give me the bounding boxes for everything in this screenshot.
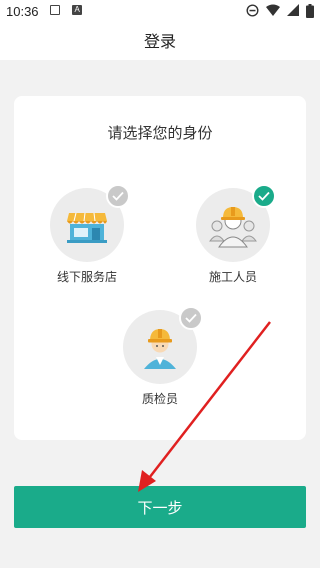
status-notifications: A xyxy=(50,5,90,20)
inspector-icon xyxy=(144,329,176,369)
role-icon-circle xyxy=(196,184,276,262)
battery-icon xyxy=(306,4,314,18)
do-not-disturb-icon xyxy=(246,4,259,17)
notification-square-icon xyxy=(50,5,60,15)
role-label: 线下服务店 xyxy=(56,270,117,284)
role-option-construction-workers[interactable]: 施工人员 xyxy=(178,184,288,285)
role-label: 质检员 xyxy=(141,392,178,406)
construction-workers-icon xyxy=(209,207,257,248)
role-check-badge xyxy=(252,184,276,208)
page-title: 登录 xyxy=(143,32,176,51)
notification-a-icon: A xyxy=(72,5,83,15)
role-selection-card: 请选择您的身份 线下服务店 施工人员 质检员 xyxy=(14,96,306,440)
role-label: 施工人员 xyxy=(208,270,257,284)
store-icon xyxy=(67,212,107,243)
check-icon xyxy=(258,191,270,201)
role-icon-circle xyxy=(123,306,203,384)
role-check-badge xyxy=(106,184,130,208)
status-system-icons xyxy=(243,4,314,20)
next-step-button[interactable]: 下一步 xyxy=(14,486,306,528)
role-check-badge xyxy=(179,306,203,330)
role-icon-circle xyxy=(50,184,130,262)
role-option-inspector[interactable]: 质检员 xyxy=(105,306,215,407)
app-header: 登录 xyxy=(0,24,320,60)
check-icon xyxy=(185,313,197,323)
signal-icon xyxy=(286,4,299,16)
status-time: 10:36 xyxy=(6,4,39,19)
check-icon xyxy=(112,191,124,201)
role-option-store[interactable]: 线下服务店 xyxy=(32,184,142,285)
status-bar: 10:36 A xyxy=(0,0,320,24)
wifi-icon xyxy=(265,4,280,16)
card-title: 请选择您的身份 xyxy=(107,124,213,142)
